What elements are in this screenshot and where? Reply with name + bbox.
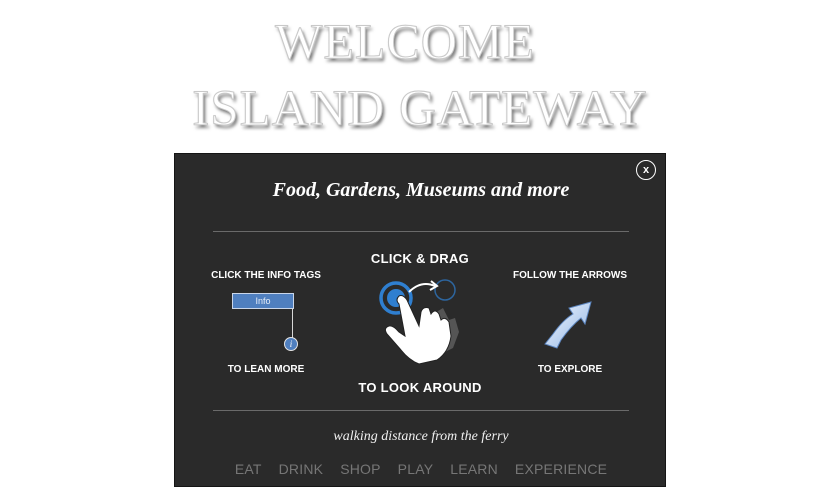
top-divider xyxy=(213,231,629,232)
nav-shop[interactable]: SHOP xyxy=(340,461,380,477)
close-button[interactable]: x xyxy=(636,160,656,180)
nav-eat[interactable]: EAT xyxy=(235,461,262,477)
hand-drag-icon xyxy=(379,279,459,365)
instructions-modal: x Food, Gardens, Museums and more CLICK … xyxy=(174,153,666,487)
info-tag-icon: Info i xyxy=(232,293,298,358)
modal-subtitle: walking distance from the ferry xyxy=(333,429,509,444)
direction-arrow-icon xyxy=(544,301,592,349)
modal-title: Food, Gardens, Museums and more xyxy=(272,179,570,201)
nav-play[interactable]: PLAY xyxy=(398,461,434,477)
close-icon: x xyxy=(642,164,650,176)
info-tag-label: Info xyxy=(232,293,294,309)
info-dot-icon: i xyxy=(284,337,298,351)
click-drag-caption: TO LOOK AROUND xyxy=(358,380,482,395)
hero-title-line2: ISLAND GATEWAY xyxy=(192,81,648,138)
bottom-divider xyxy=(213,410,629,411)
nav-experience[interactable]: EXPERIENCE xyxy=(515,461,607,477)
info-tags-caption: TO LEAN MORE xyxy=(227,364,305,375)
nav-drink[interactable]: DRINK xyxy=(279,461,324,477)
arrows-caption: TO EXPLORE xyxy=(537,364,603,375)
category-nav: EAT DRINK SHOP PLAY LEARN EXPERIENCE xyxy=(175,461,667,477)
info-tags-heading: CLICK THE INFO TAGS xyxy=(211,270,321,281)
nav-learn[interactable]: LEARN xyxy=(450,461,498,477)
hero-title-line1: WELCOME xyxy=(275,13,535,70)
arrows-heading: FOLLOW THE ARROWS xyxy=(512,270,628,281)
click-drag-heading: CLICK & DRAG xyxy=(370,251,470,266)
